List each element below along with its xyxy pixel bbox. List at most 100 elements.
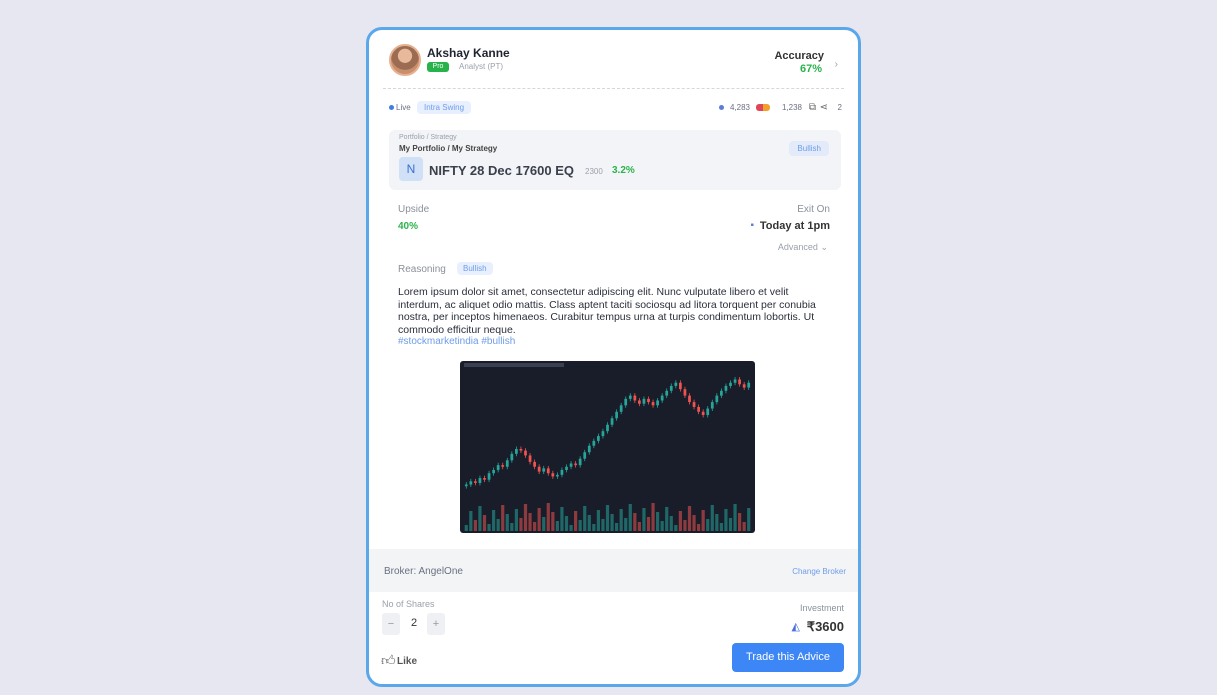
- card-header: Akshay Kanne Pro Analyst (PT) Accuracy 6…: [389, 44, 838, 84]
- volume-bar: [501, 505, 505, 531]
- user-badge: Pro: [427, 62, 449, 72]
- candle-body: [519, 448, 523, 451]
- candle-body: [638, 400, 641, 404]
- candle-body: [692, 402, 696, 407]
- sentiment-button[interactable]: Bullish: [789, 141, 829, 156]
- candle-body: [515, 448, 518, 454]
- candle-body: [537, 466, 541, 472]
- hashtags[interactable]: #stockmarketindia #bullish: [398, 336, 515, 347]
- volume-bar: [619, 509, 623, 531]
- candle-body: [601, 431, 605, 437]
- candle-body: [660, 395, 664, 401]
- reasoning-tag: Bullish: [457, 262, 493, 275]
- candle-body: [583, 452, 587, 459]
- volume-bar: [660, 521, 664, 531]
- instrument-name[interactable]: NIFTY 28 Dec 17600 EQ: [429, 163, 574, 178]
- calendar-icon: ▪: [750, 220, 754, 231]
- candle-body: [633, 395, 637, 401]
- instrument-icon: N: [399, 157, 423, 181]
- trade-advice-card: Akshay Kanne Pro Analyst (PT) Accuracy 6…: [366, 27, 861, 687]
- increase-shares-button[interactable]: +: [427, 613, 445, 635]
- copy-icon[interactable]: ⧉: [809, 102, 816, 113]
- volume-bar: [665, 507, 669, 531]
- share-count: 2: [837, 103, 842, 112]
- thumbs-up-icon[interactable]: 👍︎: [381, 652, 396, 669]
- volume-bar: [710, 505, 714, 531]
- user-name[interactable]: Akshay Kanne: [427, 46, 510, 60]
- shares-value[interactable]: 2: [406, 617, 422, 629]
- volume-bar: [505, 514, 509, 531]
- candle-body: [642, 398, 646, 404]
- volume-bar: [583, 506, 587, 531]
- exit-value: Today at 1pm: [759, 220, 830, 232]
- candle-body: [474, 481, 477, 483]
- candle-body: [606, 424, 609, 432]
- accuracy-label: Accuracy: [774, 50, 824, 62]
- volume-bar: [628, 504, 632, 531]
- volume-bar: [637, 522, 641, 531]
- volume-bar: [669, 516, 673, 531]
- shares-label: No of Shares: [382, 599, 435, 609]
- decrease-shares-button[interactable]: −: [382, 613, 400, 635]
- candle-body: [729, 382, 732, 386]
- candle-body: [610, 418, 614, 425]
- volume-bar: [587, 515, 591, 531]
- volume-bar: [496, 519, 500, 531]
- candle-body: [565, 466, 568, 470]
- volume-bar: [715, 514, 719, 531]
- trade-advice-button[interactable]: Trade this Advice: [732, 643, 844, 672]
- volume-bar: [492, 510, 496, 531]
- volume-bar: [551, 512, 555, 531]
- candle-body: [492, 469, 495, 474]
- candle-body: [651, 402, 655, 406]
- chevron-right-icon[interactable]: ›: [835, 59, 838, 70]
- views-icon: [719, 105, 724, 110]
- candle-body: [483, 478, 486, 480]
- volume-bar: [578, 520, 582, 531]
- like-button[interactable]: Like: [397, 656, 417, 667]
- change-broker-link[interactable]: Change Broker: [792, 567, 846, 576]
- volume-bar: [523, 504, 528, 531]
- candle-body: [469, 481, 473, 485]
- candle-body: [724, 385, 728, 391]
- volume-bar: [719, 523, 723, 531]
- portfolio-path: My Portfolio / My Strategy: [399, 144, 498, 153]
- advanced-toggle[interactable]: Advanced ⌄: [778, 242, 828, 253]
- candle-body: [738, 379, 741, 385]
- candle-body: [546, 468, 550, 474]
- volume-bar: [646, 517, 651, 531]
- broker-bar: Broker: AngelOne Change Broker: [369, 549, 858, 592]
- candle-body: [701, 411, 705, 416]
- volume-bar: [487, 524, 491, 531]
- volume-bar: [464, 525, 468, 531]
- candle-body: [551, 473, 555, 477]
- candle-body: [647, 398, 650, 403]
- candle-body: [528, 455, 532, 462]
- volume-bar: [747, 508, 751, 531]
- volume-bar: [642, 508, 646, 531]
- candlestick-chart-image[interactable]: [460, 361, 755, 533]
- volume-bar: [728, 518, 733, 531]
- volume-bar: [560, 507, 564, 531]
- reactions-icon: [756, 104, 770, 111]
- reasoning-text: Lorem ipsum dolor sit amet, consectetur …: [398, 286, 816, 336]
- candle-body: [578, 458, 582, 466]
- live-dot-icon: [389, 105, 394, 110]
- avatar[interactable]: [389, 44, 421, 76]
- candle-body: [747, 382, 751, 388]
- category-tag[interactable]: Intra Swing: [417, 101, 472, 114]
- advanced-label: Advanced: [777, 242, 818, 252]
- volume-bar: [514, 509, 518, 531]
- volume-bar: [546, 503, 550, 531]
- volume-bar: [742, 522, 746, 531]
- reasoning-label: Reasoning: [398, 264, 446, 275]
- candle-body: [710, 402, 714, 409]
- upside-value: 40%: [398, 221, 419, 232]
- candle-body: [706, 408, 710, 416]
- volume-bar: [697, 524, 701, 531]
- volume-bar: [692, 515, 696, 531]
- share-icon[interactable]: ⋖: [820, 102, 828, 113]
- volume-bar: [574, 511, 578, 531]
- volume-bar: [624, 518, 628, 531]
- volume-bar: [605, 505, 610, 531]
